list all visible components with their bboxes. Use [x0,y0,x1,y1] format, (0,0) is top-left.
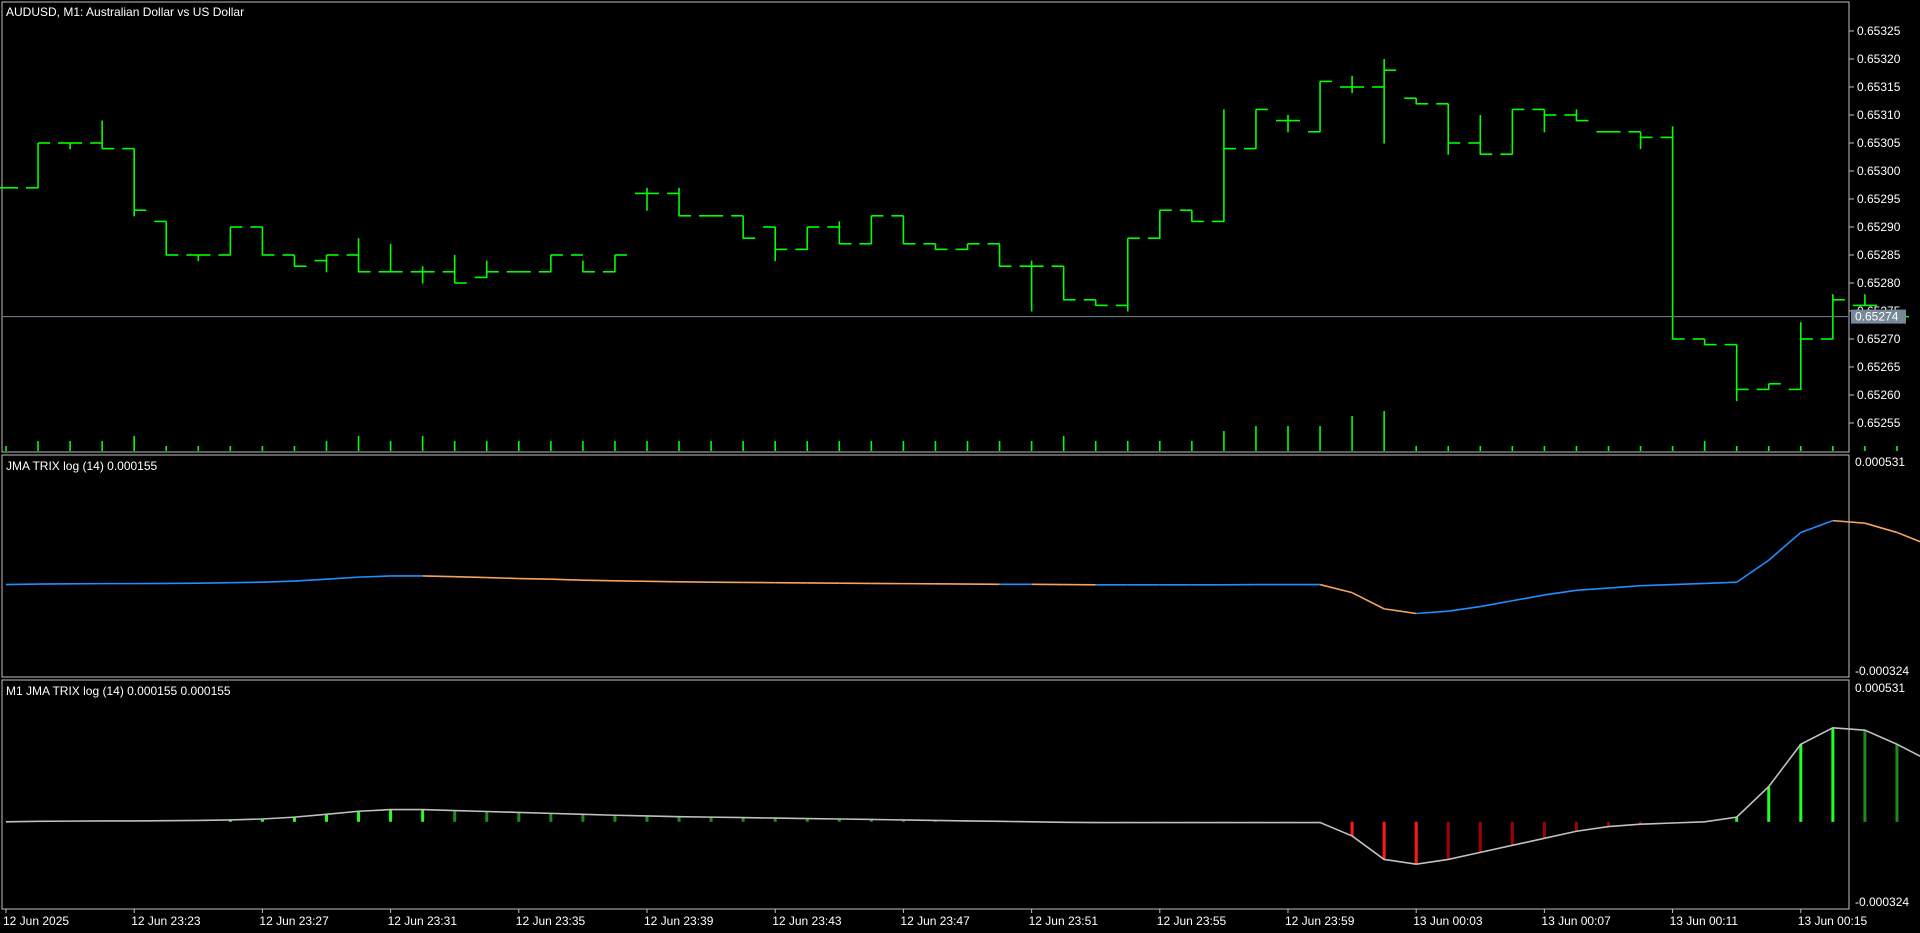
histogram-axis-min: -0.000324 [1855,895,1909,909]
time-tick-label: 12 Jun 23:51 [1029,914,1099,928]
price-tick-label: 0.65270 [1857,332,1901,346]
ohlc-bar [699,215,724,217]
price-tick-label: 0.65320 [1857,52,1901,66]
trix-line-segment [518,577,551,581]
time-tick-label: 12 Jun 23:43 [772,914,842,928]
time-tick-label: 12 Jun 23:47 [900,914,970,928]
bid-price-label: 0.65274 [1855,310,1899,324]
time-tick-label: 12 Jun 23:59 [1285,914,1355,928]
price-tick-label: 0.65300 [1857,164,1901,178]
time-tick-label: 12 Jun 23:39 [644,914,714,928]
trix-line-segment [550,578,583,581]
trix-axis-min: -0.000324 [1855,664,1909,678]
price-pane-title: AUDUSD, M1: Australian Dollar vs US Doll… [6,5,244,19]
trix-axis-max: 0.000531 [1855,455,1905,469]
time-tick-label: 13 Jun 00:03 [1413,914,1483,928]
ohlc-bar [0,187,18,189]
time-tick-label: 12 Jun 23:23 [131,914,201,928]
ohlc-bar [1596,131,1621,133]
trix-pane-title: JMA TRIX log (14) 0.000155 [6,459,158,473]
histogram-pane-title: M1 JMA TRIX log (14) 0.000155 0.000155 [6,684,231,698]
time-tick-label: 12 Jun 23:31 [388,914,458,928]
price-tick-label: 0.65325 [1857,24,1901,38]
price-tick-label: 0.65265 [1857,360,1901,374]
price-tick-label: 0.65315 [1857,80,1901,94]
trix-line-segment [582,579,615,582]
time-tick-label: 12 Jun 23:55 [1157,914,1227,928]
trix-line-segment [422,575,455,578]
time-tick-label: 13 Jun 00:07 [1541,914,1611,928]
time-tick-label: 12 Jun 23:27 [259,914,329,928]
price-tick-label: 0.65295 [1857,192,1901,206]
price-tick-label: 0.65280 [1857,276,1901,290]
price-tick-label: 0.65255 [1857,416,1901,430]
time-tick-label: 12 Jun 2025 [3,914,69,928]
price-tick-label: 0.65260 [1857,388,1901,402]
trix-line-segment [454,575,487,579]
time-tick-label: 13 Jun 00:15 [1798,914,1868,928]
trading-chart[interactable]: AUDUSD, M1: Australian Dollar vs US Doll… [0,0,1920,933]
price-tick-label: 0.65310 [1857,108,1901,122]
price-tick-label: 0.65290 [1857,220,1901,234]
price-tick-label: 0.65285 [1857,248,1901,262]
trix-line-segment [486,576,519,580]
price-tick-label: 0.65305 [1857,136,1901,150]
time-tick-label: 13 Jun 00:11 [1670,914,1739,928]
histogram-axis-max: 0.000531 [1855,681,1905,695]
ohlc-bar [506,270,531,273]
bid-price-tag: 0.65274 [1851,309,1906,324]
time-tick-label: 12 Jun 23:35 [516,914,586,928]
